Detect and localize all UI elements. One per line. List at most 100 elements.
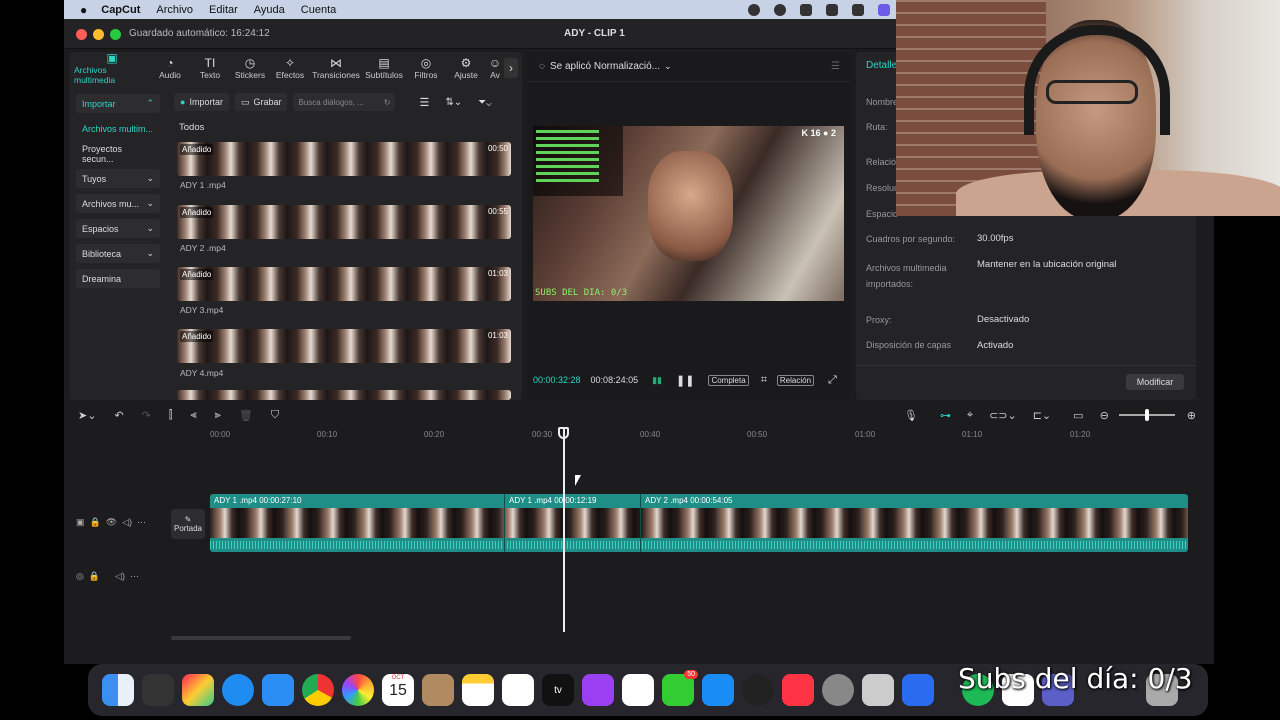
mail-icon[interactable] — [262, 674, 294, 706]
marker-icon[interactable]: ⛉ — [271, 409, 279, 422]
preview-icon[interactable] — [862, 674, 894, 706]
fullscreen-icon[interactable]: ⤢ — [828, 374, 837, 387]
menu-archivo[interactable]: Archivo — [156, 4, 193, 16]
app-store-icon[interactable] — [702, 674, 734, 706]
refresh-icon[interactable]: ↻ — [384, 98, 391, 107]
sync-icon[interactable] — [774, 3, 786, 16]
media-clip-thumb[interactable] — [177, 390, 511, 400]
timeline-scrollbar[interactable] — [171, 636, 351, 640]
chrome-icon[interactable] — [302, 674, 334, 706]
undo-icon[interactable]: ↶ — [114, 409, 123, 422]
timeline-ruler[interactable]: 00:00 00:10 00:20 00:30 00:40 00:50 01:0… — [210, 427, 1200, 443]
caption-icon[interactable]: ▭ — [1073, 409, 1083, 422]
tool-transiciones[interactable]: ⋈ Transiciones — [310, 52, 362, 84]
display-icon[interactable] — [852, 3, 864, 16]
snapshot-icon[interactable]: ⌗ — [761, 374, 767, 387]
warning-icon[interactable] — [800, 3, 812, 16]
zoom-in-icon[interactable]: ⊕ — [1187, 409, 1196, 422]
safari-icon[interactable] — [222, 674, 254, 706]
tool-audio[interactable]: ◔ Audio — [150, 52, 190, 84]
sidebar-item-biblioteca[interactable]: Biblioteca ⌄ — [76, 244, 160, 263]
record-button[interactable]: ▭ Grabar — [234, 93, 288, 111]
close-window-button[interactable] — [76, 29, 87, 40]
system-settings-icon[interactable] — [822, 674, 854, 706]
tool-filtros[interactable]: ◎ Filtros — [406, 52, 446, 84]
sidebar-item-tuyos[interactable]: Tuyos ⌄ — [76, 169, 160, 188]
media-clip-thumb[interactable]: Añadido 00:55 — [177, 205, 511, 239]
menu-app-name[interactable]: CapCut — [101, 4, 140, 16]
tool-efectos[interactable]: ✧ Efectos — [270, 52, 310, 84]
video-track[interactable]: ADY 1 .mp4 00:00:27:10 ADY 1 .mp4 00:00:… — [210, 494, 1188, 552]
modify-button[interactable]: Modificar — [1126, 374, 1184, 390]
music-icon[interactable] — [782, 674, 814, 706]
notes-icon[interactable] — [462, 674, 494, 706]
messages-icon[interactable]: 50 — [662, 670, 698, 706]
playhead[interactable] — [563, 427, 565, 632]
calendar-icon[interactable]: OCT 15 — [382, 674, 414, 706]
tool-stickers[interactable]: ◷ Stickers — [230, 52, 270, 84]
remote-icon[interactable] — [902, 674, 934, 706]
pause-button[interactable]: ❚❚ — [676, 374, 694, 387]
sidebar-item-espacios[interactable]: Espacios ⌄ — [76, 219, 160, 238]
finder-icon[interactable] — [102, 674, 134, 706]
media-clip-thumb[interactable]: Añadido 01:03 — [177, 267, 511, 301]
sidebar-item-archivos-multimedia[interactable]: Archivos multim... — [76, 119, 160, 138]
apple-icon[interactable]: ● — [80, 3, 87, 17]
tool-archivos-multimedia[interactable]: ▣ Archivos multimedia — [74, 51, 150, 85]
menu-editar[interactable]: Editar — [209, 4, 238, 16]
main-track-link-icon[interactable]: ⊶ — [940, 409, 951, 422]
sidebar-item-importar[interactable]: Importar ⌃ — [76, 94, 160, 113]
reminders-icon[interactable] — [622, 674, 654, 706]
freeform-icon[interactable] — [502, 674, 534, 706]
full-quality-button[interactable]: Completa — [708, 374, 749, 386]
sidebar-item-proyectos-secundarios[interactable]: Proyectos secun... — [76, 144, 160, 164]
toolbar-more-button[interactable]: › — [504, 58, 518, 78]
volume-icon[interactable] — [826, 3, 838, 16]
cover-button[interactable]: ✎ Portada — [171, 509, 205, 539]
calculator-icon[interactable] — [142, 674, 174, 706]
sort-icon[interactable]: ⇅⌄ — [445, 97, 462, 108]
segment-divider[interactable] — [640, 494, 641, 552]
video-preview[interactable]: K 16 ● 2 SUBS DEL DIA: 0/3 — [533, 126, 844, 301]
split-left-icon[interactable]: ⫷ — [190, 409, 196, 422]
detail-value-layers[interactable]: Activado — [977, 340, 1013, 351]
sidebar-item-archivos-mu[interactable]: Archivos mu... ⌄ — [76, 194, 160, 213]
tool-texto[interactable]: TI Texto — [190, 52, 230, 84]
redo-icon[interactable]: ↷ — [142, 409, 151, 422]
normalization-status[interactable]: Se aplicó Normalizació... — [550, 61, 660, 72]
sidebar-item-dreamina[interactable]: Dreamina — [76, 269, 160, 288]
aspect-ratio-button[interactable]: Relación — [776, 374, 815, 386]
maximize-window-button[interactable] — [110, 29, 121, 40]
split-icon[interactable]: ⫿ — [169, 409, 173, 422]
menu-ayuda[interactable]: Ayuda — [254, 4, 285, 16]
tool-subtitulos[interactable]: ▤ Subtítulos — [362, 52, 406, 84]
tool-avatar[interactable]: ☺ Av — [486, 52, 504, 84]
media-clip-thumb[interactable]: Añadido 00:50 — [177, 142, 511, 176]
preview-axis-icon[interactable]: ⊏⌄ — [1033, 409, 1051, 422]
segment-divider[interactable] — [504, 494, 505, 552]
zoom-out-icon[interactable]: ⊖ — [1100, 409, 1109, 422]
contacts-icon[interactable] — [422, 674, 454, 706]
photos-icon[interactable] — [342, 674, 374, 706]
player-menu-icon[interactable]: ☰ — [831, 61, 840, 72]
filter-icon[interactable]: ⏷⌄ — [478, 97, 491, 108]
import-button[interactable]: ● Importar — [174, 93, 229, 111]
zoom-slider[interactable] — [1118, 409, 1175, 421]
launchpad-icon[interactable] — [182, 674, 214, 706]
capcut-icon[interactable] — [742, 674, 774, 706]
apple-tv-icon[interactable]: tv — [542, 674, 574, 706]
tool-ajuste[interactable]: ⚙ Ajuste — [446, 52, 486, 84]
menu-cuenta[interactable]: Cuenta — [301, 4, 336, 16]
auto-snap-icon[interactable]: ⌖ — [967, 409, 973, 422]
control-center-icon[interactable] — [878, 3, 890, 16]
view-toggle-icon[interactable]: ☰ — [419, 96, 429, 109]
link-icon[interactable]: ⊂⊃⌄ — [989, 409, 1017, 422]
microphone-icon[interactable]: 🎙 — [904, 409, 918, 422]
delete-icon[interactable]: 🗑 — [239, 409, 253, 422]
record-status-icon[interactable] — [748, 3, 760, 16]
minimize-window-button[interactable] — [93, 29, 104, 40]
media-clip-thumb[interactable]: Añadido 01:03 — [177, 329, 511, 363]
chevron-down-icon[interactable]: ⌄ — [664, 61, 672, 72]
select-tool-icon[interactable]: ➤⌄ — [78, 409, 96, 422]
split-right-icon[interactable]: ⫸ — [215, 409, 221, 422]
